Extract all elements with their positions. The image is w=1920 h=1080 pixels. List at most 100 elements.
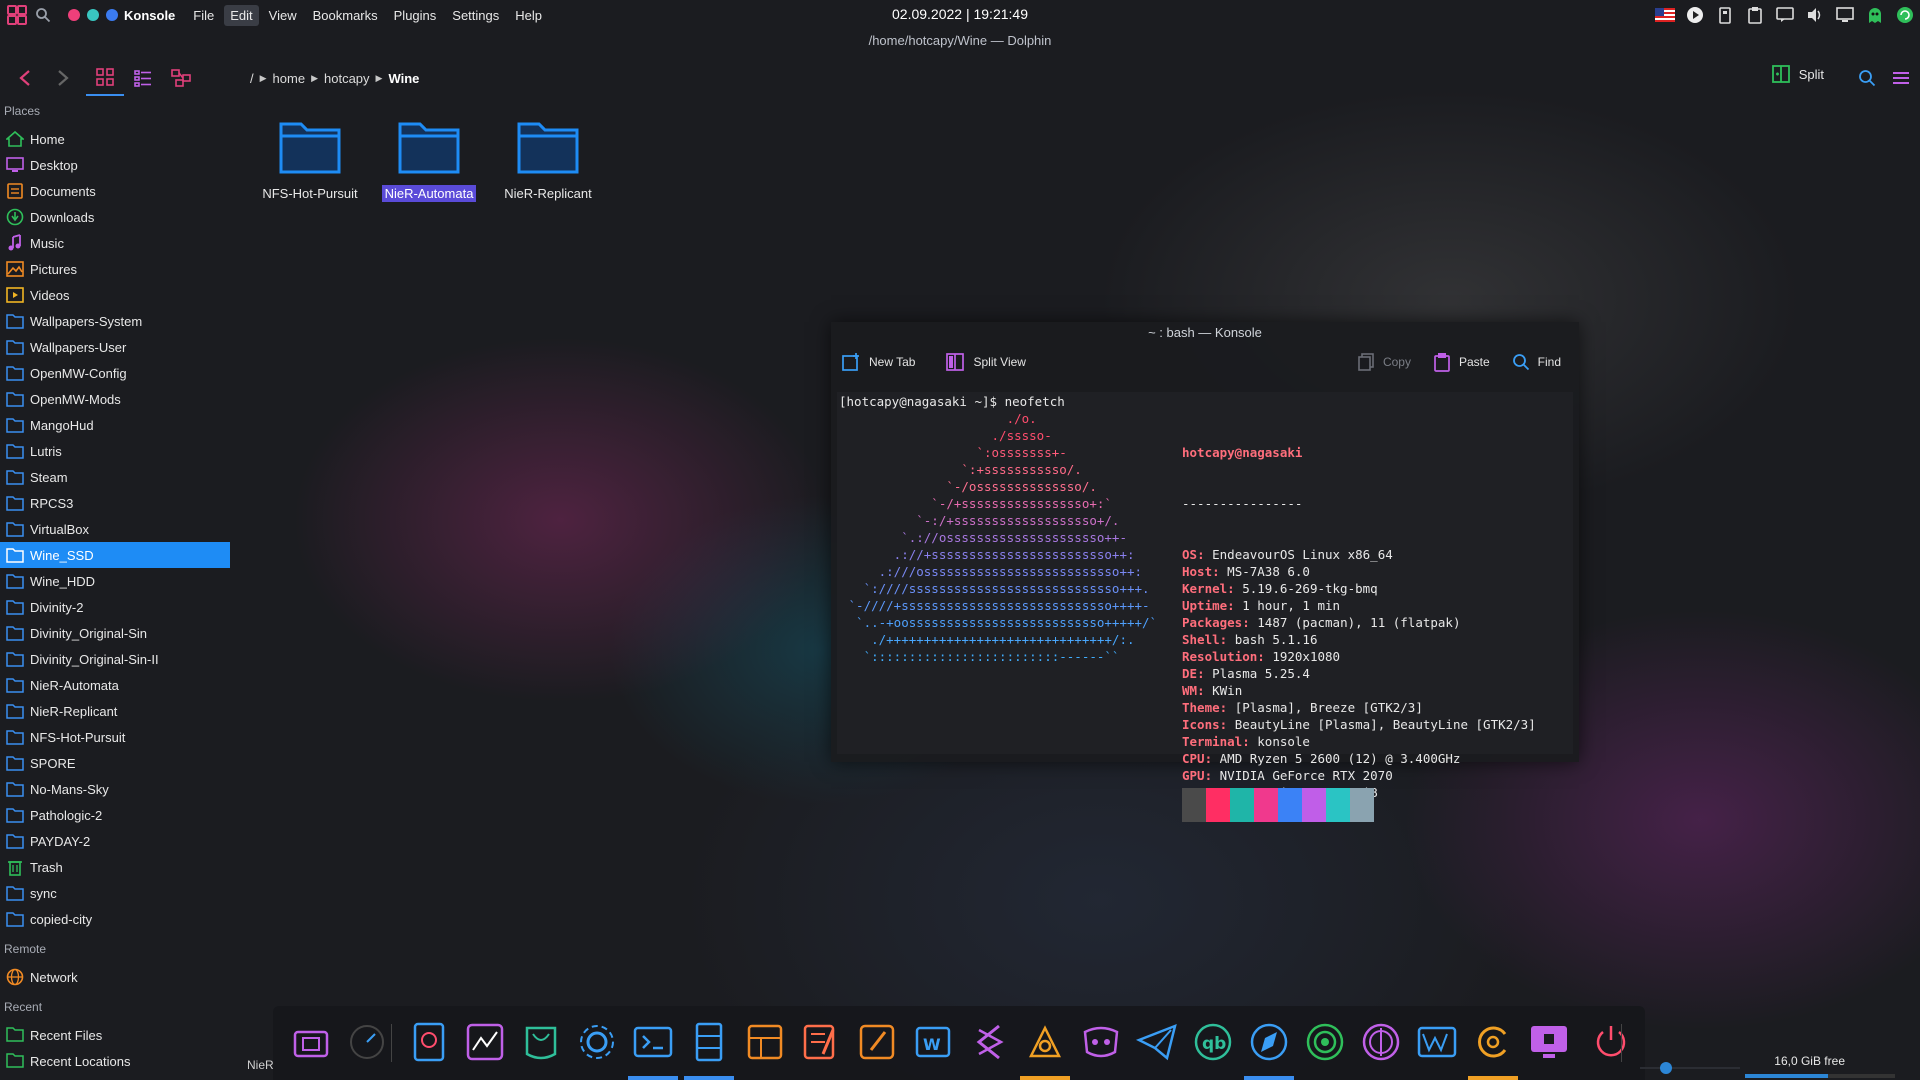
sidebar-item-trash[interactable]: Trash <box>0 854 230 880</box>
sidebar-item-rpcs3[interactable]: RPCS3 <box>0 490 230 516</box>
dock-settings-icon[interactable] <box>573 1018 621 1066</box>
sidebar-item-sync[interactable]: sync <box>0 880 230 906</box>
folder-item-nier-automata[interactable]: NieR-Automata <box>374 118 484 203</box>
dock-dolphin-icon[interactable] <box>685 1018 733 1066</box>
menu-bookmarks[interactable]: Bookmarks <box>307 5 384 26</box>
display-icon[interactable] <box>1834 4 1856 26</box>
dock-telegram-icon[interactable] <box>1133 1018 1181 1066</box>
sidebar-item-music[interactable]: Music <box>0 230 230 256</box>
dock-qbittorrent-icon[interactable]: qb <box>1189 1018 1237 1066</box>
sidebar-item-home[interactable]: Home <box>0 126 230 152</box>
sidebar-item-divinity-2[interactable]: Divinity-2 <box>0 594 230 620</box>
dock-remote-desktop-icon[interactable] <box>1525 1018 1573 1066</box>
sidebar-item-steam[interactable]: Steam <box>0 464 230 490</box>
dock-system-monitor-icon[interactable] <box>461 1018 509 1066</box>
dock-text-editor-icon[interactable] <box>797 1018 845 1066</box>
sidebar-item-divinity-original-sin[interactable]: Divinity_Original-Sin <box>0 620 230 646</box>
sidebar-item-pathologic-2[interactable]: Pathologic-2 <box>0 802 230 828</box>
sidebar-item-wine-hdd[interactable]: Wine_HDD <box>0 568 230 594</box>
back-button[interactable] <box>6 60 44 96</box>
menu-settings[interactable]: Settings <box>446 5 505 26</box>
ghost-app-icon[interactable] <box>1864 4 1886 26</box>
update-icon[interactable] <box>1894 4 1916 26</box>
tree-view-button[interactable] <box>162 60 200 96</box>
details-view-button[interactable] <box>124 60 162 96</box>
sidebar-item-videos[interactable]: Videos <box>0 282 230 308</box>
forward-button[interactable] <box>44 60 82 96</box>
copy-button[interactable]: Copy <box>1357 352 1411 372</box>
sidebar-item-documents[interactable]: Documents <box>0 178 230 204</box>
dock-notes-icon[interactable] <box>853 1018 901 1066</box>
paste-button[interactable]: Paste <box>1433 352 1490 372</box>
folder-item-nfs-hot-pursuit[interactable]: NFS-Hot-Pursuit <box>255 118 365 203</box>
dock-writer-icon[interactable]: W <box>909 1018 957 1066</box>
sidebar-item-network[interactable]: Network <box>0 964 230 990</box>
folder-item-nier-replicant[interactable]: NieR-Replicant <box>493 118 603 203</box>
sidebar-item-wine-ssd[interactable]: Wine_SSD <box>0 542 230 568</box>
dock-audio-app-icon[interactable] <box>1357 1018 1405 1066</box>
icons-view-button[interactable] <box>86 60 124 96</box>
sidebar-item-nfs-hot-pursuit[interactable]: NFS-Hot-Pursuit <box>0 724 230 750</box>
menu-help[interactable]: Help <box>509 5 548 26</box>
clipboard-icon[interactable] <box>1744 4 1766 26</box>
breadcrumb-root[interactable]: / <box>250 71 254 86</box>
app-launcher-icon[interactable] <box>6 4 28 26</box>
sidebar-item-desktop[interactable]: Desktop <box>0 152 230 178</box>
dock-konsole-icon[interactable] <box>629 1018 677 1066</box>
menu-plugins[interactable]: Plugins <box>388 5 443 26</box>
dock-file-manager-icon[interactable] <box>287 1018 335 1066</box>
close-window-button[interactable] <box>68 9 80 21</box>
breadcrumb-wine[interactable]: Wine <box>388 71 419 86</box>
minimize-window-button[interactable] <box>87 9 99 21</box>
sidebar-item-wallpapers-user[interactable]: Wallpapers-User <box>0 334 230 360</box>
split-button[interactable]: Split <box>1771 64 1824 84</box>
breadcrumb-hotcapy[interactable]: hotcapy <box>324 71 370 86</box>
sidebar-item-nier-automata[interactable]: NieR-Automata <box>0 672 230 698</box>
removable-device-icon[interactable] <box>1714 4 1736 26</box>
dock-store-icon[interactable] <box>517 1018 565 1066</box>
keyboard-layout-flag-icon[interactable] <box>1654 4 1676 26</box>
sidebar-item-copied-city[interactable]: copied-city <box>0 906 230 932</box>
menu-edit[interactable]: Edit <box>224 4 259 26</box>
dock-vscode-icon[interactable] <box>965 1018 1013 1066</box>
search-icon[interactable] <box>32 4 54 26</box>
dock-discord-icon[interactable] <box>1077 1018 1125 1066</box>
sidebar-item-virtualbox[interactable]: VirtualBox <box>0 516 230 542</box>
dock-wine-app-icon[interactable] <box>1413 1018 1461 1066</box>
sidebar-item-recent-files[interactable]: Recent Files <box>0 1022 230 1048</box>
sidebar-item-payday-2[interactable]: PAYDAY-2 <box>0 828 230 854</box>
media-player-icon[interactable] <box>1684 4 1706 26</box>
terminal-output[interactable]: [hotcapy@nagasaki ~]$ neofetch ./o. ./ss… <box>837 392 1573 822</box>
hamburger-menu-button[interactable] <box>1882 60 1920 96</box>
zoom-slider[interactable] <box>1640 1060 1740 1076</box>
new-tab-button[interactable]: New Tab <box>841 352 915 372</box>
sidebar-item-recent-locations[interactable]: Recent Locations <box>0 1048 230 1074</box>
volume-icon[interactable] <box>1804 4 1826 26</box>
dock-power-icon[interactable] <box>1587 1018 1635 1066</box>
breadcrumb-home[interactable]: home <box>273 71 306 86</box>
sidebar-item-wallpapers-system[interactable]: Wallpapers-System <box>0 308 230 334</box>
sidebar-item-openmw-mods[interactable]: OpenMW-Mods <box>0 386 230 412</box>
dock-steam-icon[interactable] <box>1021 1018 1069 1066</box>
maximize-window-button[interactable] <box>106 9 118 21</box>
sidebar-item-pictures[interactable]: Pictures <box>0 256 230 282</box>
sidebar-item-no-mans-sky[interactable]: No-Mans-Sky <box>0 776 230 802</box>
sidebar-item-lutris[interactable]: Lutris <box>0 438 230 464</box>
dock-chameleon-app-icon[interactable] <box>1469 1018 1517 1066</box>
split-view-button[interactable]: Split View <box>945 352 1026 372</box>
dock-disk-manager-icon[interactable] <box>405 1018 453 1066</box>
sidebar-item-mangohud[interactable]: MangoHud <box>0 412 230 438</box>
menu-file[interactable]: File <box>187 5 220 26</box>
dock-browser-icon[interactable] <box>1245 1018 1293 1066</box>
find-button[interactable]: Find <box>1512 353 1561 371</box>
dock-clock-widget-icon[interactable] <box>343 1018 391 1066</box>
sidebar-item-openmw-config[interactable]: OpenMW-Config <box>0 360 230 386</box>
sidebar-item-divinity-original-sin-ii[interactable]: Divinity_Original-Sin-II <box>0 646 230 672</box>
sidebar-item-spore[interactable]: SPORE <box>0 750 230 776</box>
menu-view[interactable]: View <box>263 5 303 26</box>
sidebar-item-downloads[interactable]: Downloads <box>0 204 230 230</box>
dock-spreadsheet-icon[interactable] <box>741 1018 789 1066</box>
sidebar-item-nier-replicant[interactable]: NieR-Replicant <box>0 698 230 724</box>
notifications-icon[interactable] <box>1774 4 1796 26</box>
dock-goal-app-icon[interactable] <box>1301 1018 1349 1066</box>
